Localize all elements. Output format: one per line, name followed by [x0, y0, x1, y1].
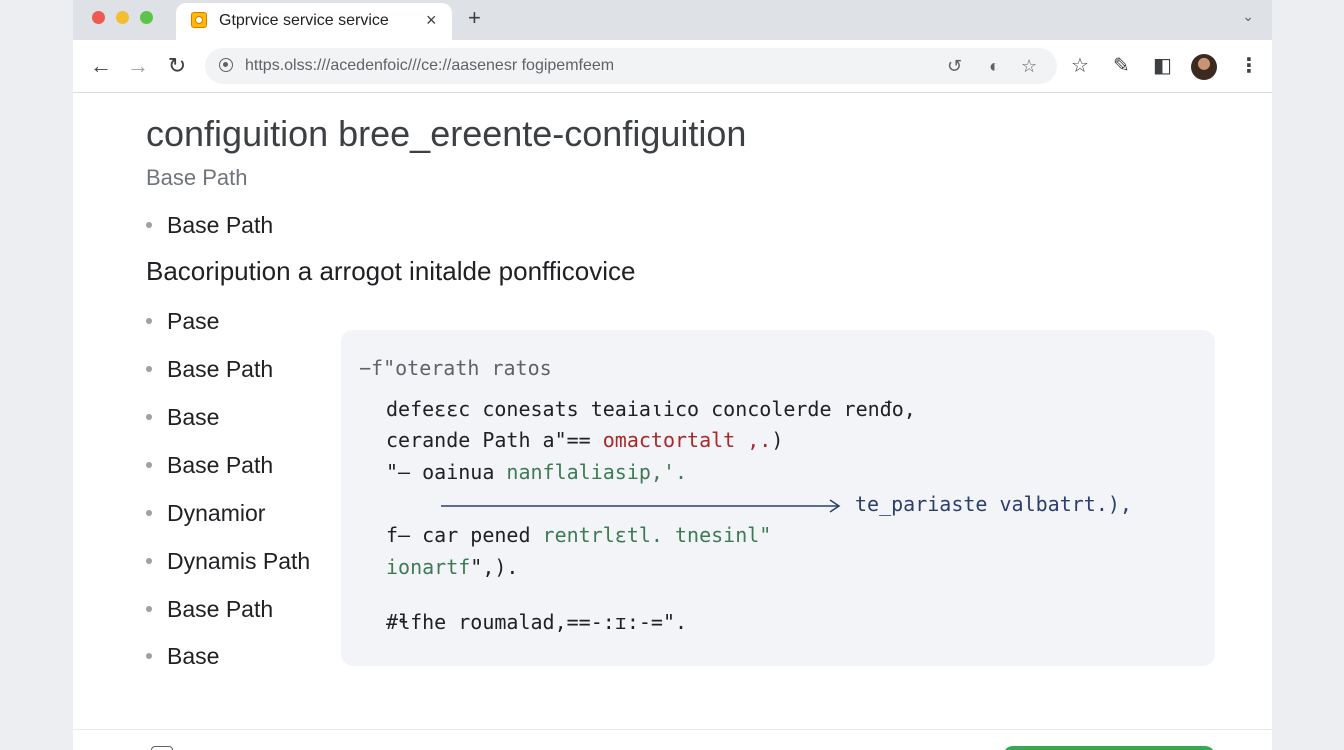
list-item: Base Path: [146, 356, 273, 383]
code-line: f— car pened rentrlεtl. tnesinl": [386, 523, 771, 547]
url-text[interactable]: https.olss:///acedenfoic///ce://aasenesr…: [245, 57, 614, 75]
page-subtitle: Base Path: [146, 165, 248, 190]
tab-search-icon[interactable]: ⌄: [1242, 8, 1254, 25]
more-menu-icon[interactable]: ⋮: [1239, 54, 1259, 78]
shield-icon[interactable]: ◐: [989, 54, 1000, 78]
minimize-window-button[interactable]: [116, 11, 129, 24]
list-item: Base Path: [146, 452, 273, 479]
browser-window: Gtprvice service service × + ⌄ ← → ↻ htt…: [73, 0, 1272, 750]
site-info-icon[interactable]: [219, 58, 233, 72]
address-bar[interactable]: https.olss:///acedenfoic///ce://aasenesr…: [205, 48, 1057, 84]
close-window-button[interactable]: [92, 11, 105, 24]
active-tab[interactable]: Gtprvice service service ×: [176, 3, 452, 40]
translate-icon[interactable]: ↺: [947, 54, 962, 78]
list-item: Base: [146, 404, 219, 431]
code-token-identifier: nanflaliasip,'.: [506, 460, 688, 484]
intro-list-item: Base Path: [146, 212, 273, 239]
edit-icon[interactable]: ✎: [1113, 54, 1130, 78]
code-token-identifier: ionartf: [386, 555, 471, 579]
list-item: Pase: [146, 308, 219, 335]
tab-close-icon[interactable]: ×: [426, 10, 437, 30]
page-content: configuition bree_ereente-configuition B…: [73, 93, 1272, 729]
new-tab-button[interactable]: +: [468, 6, 481, 30]
code-token-identifier: rentrlεtl. tnesinl": [542, 523, 772, 547]
star-icon[interactable]: ☆: [1071, 54, 1089, 78]
code-line: "— oainua nanflaliasip,'.: [386, 460, 687, 484]
tab-strip: Gtprvice service service × + ⌄: [73, 0, 1272, 40]
list-item: Base: [146, 643, 219, 670]
code-arrow-icon: [441, 499, 841, 513]
service-favicon-icon: [191, 12, 207, 28]
footer-panel-icon[interactable]: [151, 746, 173, 750]
side-panel-icon[interactable]: ◧: [1153, 54, 1172, 78]
code-line-result: te_pariaste valbatrt.),: [855, 492, 1132, 516]
list-item: Dynamis Path: [146, 548, 310, 575]
browser-toolbar: ← → ↻ https.olss:///acedenfoic///ce://aa…: [73, 40, 1272, 93]
tab-title: Gtprvice service service: [219, 12, 389, 29]
bookmark-star-icon[interactable]: ☆: [1021, 54, 1037, 78]
code-token: "— oainua: [386, 460, 507, 484]
page-title: configuition bree_ereente-configuition: [146, 113, 747, 154]
code-token: ): [771, 428, 784, 452]
code-line: ionartf",).: [386, 555, 518, 579]
code-token-string: omactortalt ,.: [602, 428, 772, 452]
code-line-comment: −f"oterath ratos: [359, 356, 552, 380]
footer-action-button[interactable]: [1003, 746, 1215, 750]
code-line: cerande Path a"== omactortalt ,.): [386, 428, 783, 452]
code-token: ",).: [470, 555, 519, 579]
avatar[interactable]: [1191, 54, 1217, 80]
code-token: f— car pened: [386, 523, 543, 547]
footer-bar: [73, 729, 1272, 750]
code-block: −f"oterath ratos defeεεc conesats teaiaι…: [341, 330, 1215, 666]
maximize-window-button[interactable]: [140, 11, 153, 24]
forward-arrow-icon[interactable]: →: [124, 52, 152, 80]
code-line-comment: #ɬfhe roumalad,==-:ɪ:-=".: [386, 610, 688, 634]
list-item: Base Path: [146, 596, 273, 623]
back-arrow-icon[interactable]: ←: [87, 52, 115, 80]
list-item: Dynamior: [146, 500, 265, 527]
section-heading: Bacoripution a arrogot initalde ponffico…: [146, 256, 636, 286]
reload-icon[interactable]: ↻: [163, 52, 191, 80]
code-line: defeεεc conesats teaiaιico concolerde re…: [386, 397, 916, 421]
code-token: cerande Path a"==: [386, 428, 603, 452]
